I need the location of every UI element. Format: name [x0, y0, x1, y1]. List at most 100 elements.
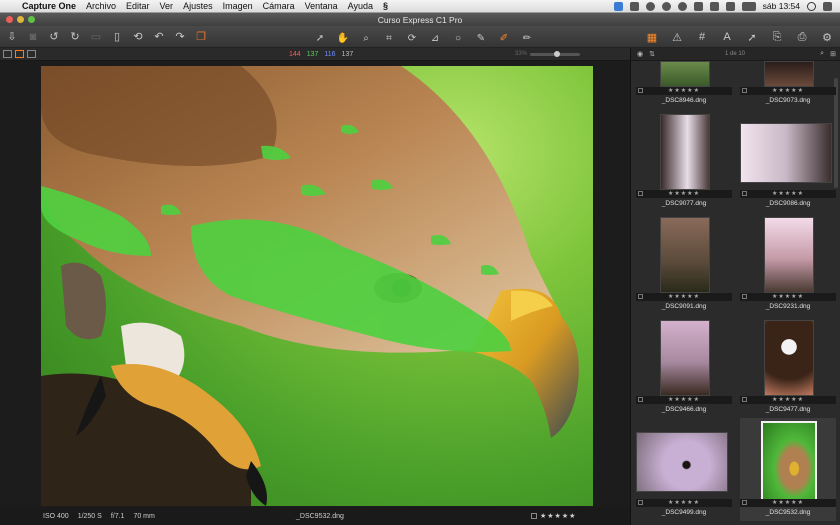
menu-imagen[interactable]: Imagen: [223, 1, 253, 11]
dropbox-icon[interactable]: [613, 1, 623, 11]
thumbnail-stars[interactable]: ★★★★★: [772, 294, 804, 300]
rotate-right-icon[interactable]: ↻: [66, 28, 84, 46]
menu-archivo[interactable]: Archivo: [86, 1, 116, 11]
crop-tool-icon[interactable]: ⌗: [379, 29, 399, 47]
select-tool-icon[interactable]: ➚: [310, 29, 330, 47]
thumbnail-stars[interactable]: ★★★★★: [668, 88, 700, 94]
thumbnail-checkbox[interactable]: [742, 191, 747, 196]
window-title: Curso Express C1 Pro: [377, 14, 463, 25]
import-icon[interactable]: ⇩: [3, 28, 21, 46]
eagle-photo-image: [41, 66, 579, 506]
thumbnail-cell[interactable]: ★★★★★ _DSC9466.dng: [636, 315, 732, 418]
focal-value: 70 mm: [133, 512, 155, 520]
capture-icon[interactable]: ◙: [24, 28, 42, 46]
star-rating[interactable]: ★★★★★: [540, 512, 576, 520]
thumbnail-rating[interactable]: ★★★★★: [740, 87, 836, 95]
thumbnail-rating[interactable]: ★★★★★: [636, 499, 732, 507]
thumbnail-cell[interactable]: ★★★★★ _DSC9077.dng: [636, 109, 732, 212]
thumbnail-cell[interactable]: ★★★★★ _DSC9477.dng: [740, 315, 836, 418]
thumbnail-image[interactable]: [764, 61, 814, 87]
minimize-window-icon[interactable]: [17, 16, 24, 23]
undo-icon[interactable]: ↶: [150, 28, 168, 46]
thumbnail-checkbox[interactable]: [742, 88, 747, 93]
thumbnail-checkbox[interactable]: [638, 88, 643, 93]
eraser-tool-icon[interactable]: ✏: [517, 29, 537, 47]
thumbnail-checkbox[interactable]: [638, 191, 643, 196]
window-controls: [6, 16, 35, 23]
thumbnail-rating[interactable]: ★★★★★: [740, 293, 836, 301]
variants-icon[interactable]: ❐: [192, 28, 210, 46]
thumbnail-rating[interactable]: ★★★★★: [740, 190, 836, 198]
select-checkbox[interactable]: [531, 513, 537, 519]
single-view-icon[interactable]: [15, 50, 24, 58]
menu-camara[interactable]: Cámara: [263, 1, 295, 11]
thumbnail-cell[interactable]: ★★★★★ _DSC9499.dng: [636, 418, 732, 521]
menu-ayuda[interactable]: Ayuda: [348, 1, 373, 11]
thumbnail-checkbox[interactable]: [638, 397, 643, 402]
thumbnail-cell[interactable]: ★★★★★ _DSC9086.dng: [740, 109, 836, 212]
thumbnail-checkbox[interactable]: [742, 397, 747, 402]
thumbnail-cell[interactable]: ★★★★★ _DSC8946.dng: [636, 6, 732, 109]
thumbnail-rating[interactable]: ★★★★★: [740, 396, 836, 404]
blue-value: 116: [324, 50, 336, 58]
brush-tool-icon[interactable]: ✐: [494, 29, 514, 47]
thumbnail-image[interactable]: [761, 421, 817, 501]
thumbnail-cell[interactable]: ★★★★★ _DSC9231.dng: [740, 212, 836, 315]
thumbnail-stars[interactable]: ★★★★★: [668, 191, 700, 197]
thumbnail-stars[interactable]: ★★★★★: [772, 191, 804, 197]
thumbnail-checkbox[interactable]: [638, 500, 643, 505]
script-menu-icon[interactable]: §: [383, 1, 388, 11]
zoom-window-icon[interactable]: [28, 16, 35, 23]
thumbnail-stars[interactable]: ★★★★★: [772, 88, 804, 94]
thumbnail-cell[interactable]: ★★★★★ _DSC9091.dng: [636, 212, 732, 315]
thumbnail-image[interactable]: [636, 432, 728, 492]
thumbnail-cell-selected[interactable]: ★★★★★ _DSC9532.dng: [740, 418, 836, 521]
thumbnail-rating[interactable]: ★★★★★: [636, 87, 732, 95]
thumbnail-filename: _DSC9532.dng: [765, 509, 811, 516]
pan-tool-icon[interactable]: ✋: [333, 29, 353, 47]
thumbnail-image[interactable]: [660, 217, 710, 293]
menu-ajustes[interactable]: Ajustes: [183, 1, 213, 11]
thumbnail-stars[interactable]: ★★★★★: [668, 500, 700, 506]
redo-icon[interactable]: ↷: [171, 28, 189, 46]
thumbnail-checkbox[interactable]: [742, 500, 747, 505]
thumbnail-rating[interactable]: ★★★★★: [636, 396, 732, 404]
thumbnail-cell[interactable]: ★★★★★ _DSC9073.dng: [740, 6, 836, 109]
trash-icon[interactable]: ▯: [108, 28, 126, 46]
thumbnail-image[interactable]: [660, 61, 710, 87]
thumbnail-rating[interactable]: ★★★★★: [636, 293, 732, 301]
thumbnail-stars[interactable]: ★★★★★: [668, 294, 700, 300]
thumbnail-checkbox[interactable]: [638, 294, 643, 299]
thumbnail-stars[interactable]: ★★★★★: [772, 500, 804, 506]
rotate-left-icon[interactable]: ↺: [45, 28, 63, 46]
thumbnail-image[interactable]: [660, 320, 710, 396]
main-photo-eagle[interactable]: [41, 66, 593, 506]
thumbnail-stars[interactable]: ★★★★★: [668, 397, 700, 403]
menu-editar[interactable]: Editar: [126, 1, 150, 11]
reset-icon[interactable]: ⟲: [129, 28, 147, 46]
thumbnail-stars[interactable]: ★★★★★: [772, 397, 804, 403]
thumbnail-rating[interactable]: ★★★★★: [740, 499, 836, 507]
rotate-tool-icon[interactable]: ⟳: [402, 29, 422, 47]
thumbnail-image[interactable]: [764, 217, 814, 293]
thumbnail-image[interactable]: [764, 320, 814, 396]
menu-ver[interactable]: Ver: [160, 1, 174, 11]
close-window-icon[interactable]: [6, 16, 13, 23]
zoom-slider[interactable]: [530, 51, 580, 57]
app-menu[interactable]: Capture One: [22, 1, 76, 11]
picker-tool-icon[interactable]: ✎: [471, 29, 491, 47]
multi-view-icon[interactable]: [3, 50, 12, 58]
thumbnail-image[interactable]: [660, 114, 710, 190]
keystone-tool-icon[interactable]: ⊿: [425, 29, 445, 47]
folder-icon[interactable]: ▭: [87, 28, 105, 46]
spot-tool-icon[interactable]: ○: [448, 29, 468, 47]
thumbnail-rating[interactable]: ★★★★★: [636, 190, 732, 198]
zoom-slider-knob[interactable]: [554, 51, 561, 57]
thumbnail-image[interactable]: [740, 123, 832, 183]
zoom-tool-icon[interactable]: ⌕: [356, 29, 376, 47]
thumbnail-checkbox[interactable]: [742, 294, 747, 299]
menu-ventana[interactable]: Ventana: [305, 1, 338, 11]
thumbnail-filename: _DSC9091.dng: [661, 303, 707, 310]
fit-view-icon[interactable]: [27, 50, 36, 58]
exif-info: ISO 400 1/250 S f/7.1 70 mm: [0, 513, 155, 520]
